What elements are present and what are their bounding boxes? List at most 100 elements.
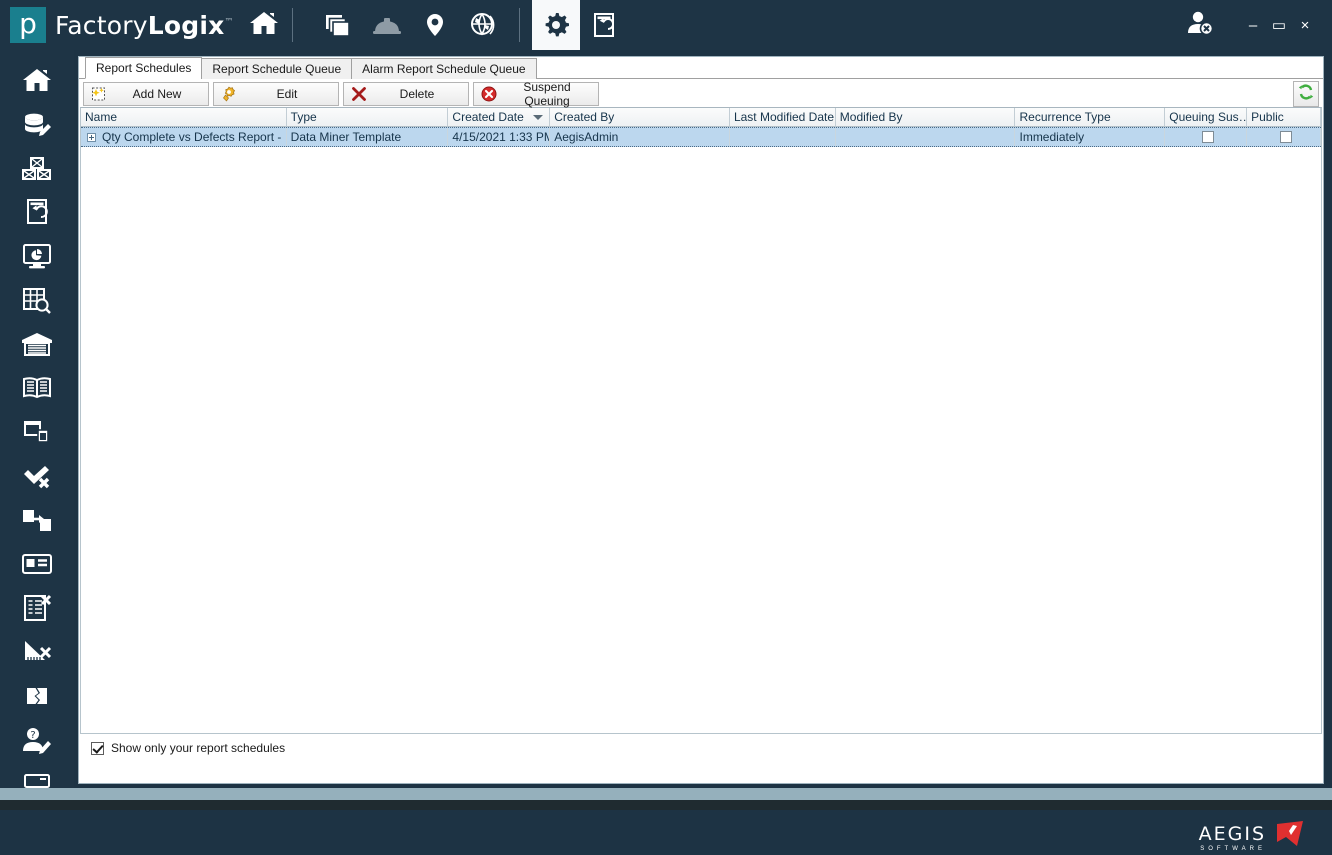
cell-modified-by (836, 128, 1016, 146)
column-header-queuing-suspended[interactable]: Queuing Sus… (1165, 108, 1247, 127)
undo-box-icon (24, 197, 50, 232)
tab-alarm-report-schedule-queue[interactable]: Alarm Report Schedule Queue (351, 58, 536, 79)
app-logo: p FactoryLogix™ (0, 7, 234, 43)
left-sidebar: ? (0, 50, 74, 788)
column-header-last-modified-date[interactable]: Last Modified Date (730, 108, 836, 127)
person-question-edit-icon: ? (21, 726, 53, 759)
svg-text:?: ? (30, 730, 35, 741)
add-new-label: Add New (112, 87, 206, 101)
maximize-button[interactable]: ▭ (1266, 10, 1292, 40)
delete-label: Delete (372, 87, 466, 101)
horizontal-scrollbar[interactable] (0, 788, 1332, 800)
windows-documents-icon (21, 418, 53, 451)
sidebar-item-dashboards[interactable] (0, 236, 74, 280)
tab-strip: Report Schedules Report Schedule Queue A… (79, 57, 1323, 79)
close-button[interactable]: × (1292, 10, 1318, 40)
add-new-button[interactable]: Add New (83, 82, 209, 106)
table-row[interactable]: Qty Complete vs Defects Report - … Data … (81, 127, 1321, 147)
sidebar-item-data-miner[interactable] (0, 280, 74, 324)
top-nav-hardhat[interactable] (363, 0, 411, 50)
sidebar-item-measurements[interactable] (0, 632, 74, 676)
column-header-name[interactable]: Name (81, 108, 287, 127)
cell-public[interactable] (1247, 128, 1321, 146)
refresh-button[interactable] (1293, 81, 1319, 107)
printer-icon (22, 773, 52, 789)
column-header-type[interactable]: Type (287, 108, 449, 127)
sidebar-item-printing[interactable] (0, 764, 74, 788)
sidebar-item-home[interactable] (0, 60, 74, 104)
row-expand-icon[interactable] (87, 133, 96, 142)
logo-mark: p (10, 7, 46, 43)
user-logout-icon[interactable] (1184, 8, 1218, 43)
edit-gear-icon (216, 85, 242, 103)
window-controls: – ▭ × (1184, 0, 1332, 50)
top-nav-mappin[interactable] (411, 0, 459, 50)
cell-name-text: Qty Complete vs Defects Report - … (102, 128, 287, 146)
suspend-queuing-label: Suspend Queuing (502, 80, 596, 108)
show-only-your-report-schedules-label: Show only your report schedules (111, 741, 285, 755)
top-nav-settings[interactable] (532, 0, 580, 50)
undo-box-icon (591, 10, 617, 40)
column-header-created-date-label: Created Date (452, 110, 523, 124)
top-nav-icons (315, 0, 628, 50)
home-nav-button[interactable] (248, 9, 280, 42)
app-title: FactoryLogix™ (55, 11, 234, 40)
bottom-divider (0, 800, 1332, 810)
new-item-icon (86, 85, 112, 103)
cell-recurrence-type: Immediately (1015, 128, 1165, 146)
tab-report-schedules[interactable]: Report Schedules (85, 57, 202, 79)
aegis-arrow-icon (1272, 820, 1306, 855)
column-header-recurrence-type[interactable]: Recurrence Type (1015, 108, 1165, 127)
public-checkbox[interactable] (1280, 131, 1292, 143)
layers-icon (324, 11, 354, 39)
column-header-modified-by[interactable]: Modified By (836, 108, 1016, 127)
main-panel: Report Schedules Report Schedule Queue A… (78, 56, 1324, 784)
column-header-created-date[interactable]: Created Date (448, 108, 550, 127)
sidebar-item-data-setup[interactable] (0, 104, 74, 148)
sidebar-item-approvals[interactable] (0, 456, 74, 500)
edit-button[interactable]: Edit (213, 82, 339, 106)
column-header-created-by[interactable]: Created By (550, 108, 730, 127)
aegis-brand: AEGIS SOFTWARE (1199, 820, 1306, 855)
cell-queuing-suspended[interactable] (1165, 128, 1247, 146)
ruler-x-icon (21, 638, 53, 671)
top-nav-globe[interactable] (459, 0, 507, 50)
sidebar-item-inventory[interactable] (0, 148, 74, 192)
sidebar-item-documents[interactable] (0, 412, 74, 456)
top-nav-history[interactable] (580, 0, 628, 50)
column-header-public[interactable]: Public (1247, 108, 1321, 127)
grid-header-row: Name Type Created Date Created By Last M… (81, 108, 1321, 127)
queuing-suspended-checkbox[interactable] (1202, 131, 1214, 143)
database-edit-icon (21, 110, 53, 143)
minimize-button[interactable]: – (1240, 10, 1266, 40)
show-only-your-report-schedules-checkbox[interactable] (91, 742, 104, 755)
sidebar-item-history[interactable] (0, 192, 74, 236)
refresh-icon (1297, 83, 1315, 106)
aegis-brand-tagline: SOFTWARE (1199, 846, 1266, 852)
suspend-queuing-button[interactable]: Suspend Queuing (473, 82, 599, 106)
delete-button[interactable]: Delete (343, 82, 469, 106)
cell-type: Data Miner Template (287, 128, 449, 146)
home-icon (248, 9, 280, 42)
sidebar-item-checklists[interactable] (0, 588, 74, 632)
delete-x-icon (346, 85, 372, 103)
sidebar-item-transfer[interactable] (0, 500, 74, 544)
sidebar-item-warehouse[interactable] (0, 324, 74, 368)
top-nav-layers[interactable] (315, 0, 363, 50)
sidebar-item-personnel[interactable] (0, 544, 74, 588)
cell-name[interactable]: Qty Complete vs Defects Report - … (81, 128, 287, 146)
sidebar-item-training[interactable]: ? (0, 720, 74, 764)
panel-footer: Show only your report schedules (79, 734, 1323, 762)
sidebar-item-library[interactable] (0, 368, 74, 412)
checklist-x-icon (21, 594, 53, 627)
tab-report-schedule-queue[interactable]: Report Schedule Queue (201, 58, 352, 79)
suspend-icon (476, 85, 502, 103)
transfer-icon (21, 507, 53, 538)
inventory-boxes-icon (21, 154, 53, 187)
cell-created-date: 4/15/2021 1:33 PM (448, 128, 550, 146)
sidebar-item-defects[interactable] (0, 676, 74, 720)
globe-icon (468, 11, 498, 39)
sort-descending-icon (533, 115, 543, 120)
report-schedules-grid[interactable]: Name Type Created Date Created By Last M… (80, 107, 1322, 734)
monitor-chart-icon (21, 242, 53, 275)
